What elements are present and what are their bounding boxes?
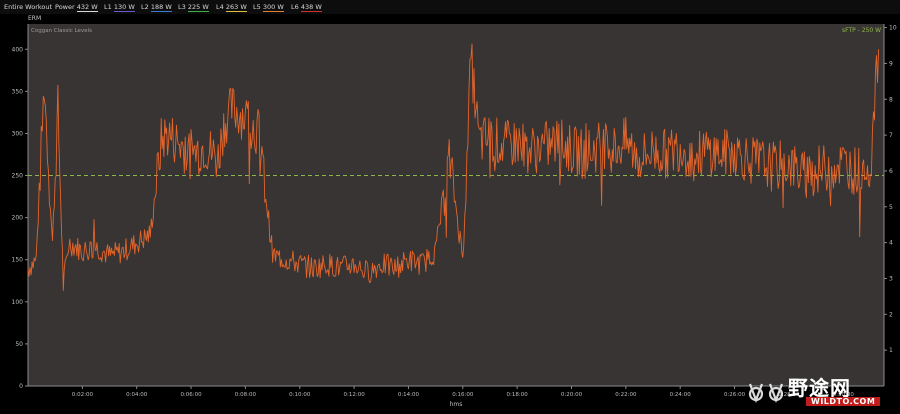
x-tick-label: 0:16:00 bbox=[452, 392, 474, 398]
x-tick-label: 0:20:00 bbox=[561, 392, 583, 398]
zone-l5-summary: L5 300 W bbox=[253, 3, 284, 12]
watermark-site: WILDTO.COM bbox=[806, 397, 881, 406]
y-tick-label: 100 bbox=[12, 299, 24, 306]
y-tick-label: 350 bbox=[12, 88, 24, 95]
power-summary-value: 432 W bbox=[76, 3, 98, 12]
power-chart[interactable]: 0 50 100 150 200 250 300 350 400 1 2 3 4 5 6 7 8 9 10 0:02:… bbox=[0, 22, 900, 410]
right-tick-label: 6 bbox=[889, 168, 893, 175]
summary-bar: Entire Workout Power 432 W L1 130 W L2 1… bbox=[0, 0, 900, 14]
y-tick-label: 0 bbox=[19, 383, 23, 390]
y-tick-label: 250 bbox=[12, 173, 24, 180]
x-tick-label: 0:06:00 bbox=[180, 392, 202, 398]
zone-l1-value: 130 W bbox=[113, 3, 135, 12]
y-tick-label: 400 bbox=[12, 46, 24, 53]
zone-l4-label: L4 bbox=[216, 3, 224, 11]
x-tick-label: 0:08:00 bbox=[235, 392, 257, 398]
watermark: 野途网 WILDTO.COM bbox=[740, 370, 900, 410]
right-tick-label: 4 bbox=[889, 240, 893, 247]
zone-l2-value: 188 W bbox=[150, 3, 172, 12]
power-summary: Power 432 W bbox=[55, 3, 98, 12]
zone-l4-value: 263 W bbox=[225, 3, 247, 12]
power-chart-svg[interactable]: 0 50 100 150 200 250 300 350 400 1 2 3 4 5 6 7 8 9 10 0:02:… bbox=[0, 22, 900, 410]
ftp-label: sFTP - 250 W bbox=[842, 27, 881, 34]
zone-l5-label: L5 bbox=[253, 3, 261, 11]
zone-l5-value: 300 W bbox=[262, 3, 284, 12]
x-tick-label: 0:02:00 bbox=[72, 392, 94, 398]
zone-l1-label: L1 bbox=[104, 3, 112, 11]
x-tick-label: 0:10:00 bbox=[289, 392, 311, 398]
zone-l3-value: 225 W bbox=[187, 3, 209, 12]
x-tick-label: 0:22:00 bbox=[615, 392, 637, 398]
zone-l6-summary: L6 438 W bbox=[291, 3, 322, 12]
zone-l6-value: 438 W bbox=[300, 3, 322, 12]
x-tick-label: 0:24:00 bbox=[670, 392, 692, 398]
x-tick-label: 0:04:00 bbox=[126, 392, 148, 398]
y-tick-label: 50 bbox=[15, 341, 23, 348]
right-tick-label: 8 bbox=[889, 96, 893, 103]
x-tick-label: 0:12:00 bbox=[343, 392, 365, 398]
right-tick-label: 2 bbox=[889, 311, 893, 318]
workout-scope[interactable]: Entire Workout bbox=[4, 3, 52, 11]
power-summary-label: Power bbox=[55, 3, 75, 11]
y-tick-label: 300 bbox=[12, 130, 24, 137]
zone-l2-label: L2 bbox=[141, 3, 149, 11]
zone-l3-label: L3 bbox=[178, 3, 186, 11]
right-tick-label: 5 bbox=[889, 204, 893, 211]
zone-l6-label: L6 bbox=[291, 3, 299, 11]
zone-l1-summary: L1 130 W bbox=[104, 3, 135, 12]
y-tick-label: 200 bbox=[12, 215, 24, 222]
x-tick-label: 0:14:00 bbox=[398, 392, 420, 398]
zone-l2-summary: L2 188 W bbox=[141, 3, 172, 12]
x-axis-title: hms bbox=[450, 401, 463, 408]
x-tick-label: 0:18:00 bbox=[507, 392, 529, 398]
y-tick-label: 150 bbox=[12, 257, 24, 264]
right-tick-label: 1 bbox=[889, 347, 893, 354]
zone-l3-summary: L3 225 W bbox=[178, 3, 209, 12]
right-tick-label: 3 bbox=[889, 275, 893, 282]
zone-l4-summary: L4 263 W bbox=[216, 3, 247, 12]
right-tick-label: 7 bbox=[889, 132, 893, 139]
right-tick-label: 10 bbox=[889, 25, 897, 32]
right-tick-label: 9 bbox=[889, 60, 893, 67]
level-set-label: Coggan Classic Levels bbox=[31, 28, 92, 34]
y-axis-title: ERM bbox=[28, 15, 42, 22]
